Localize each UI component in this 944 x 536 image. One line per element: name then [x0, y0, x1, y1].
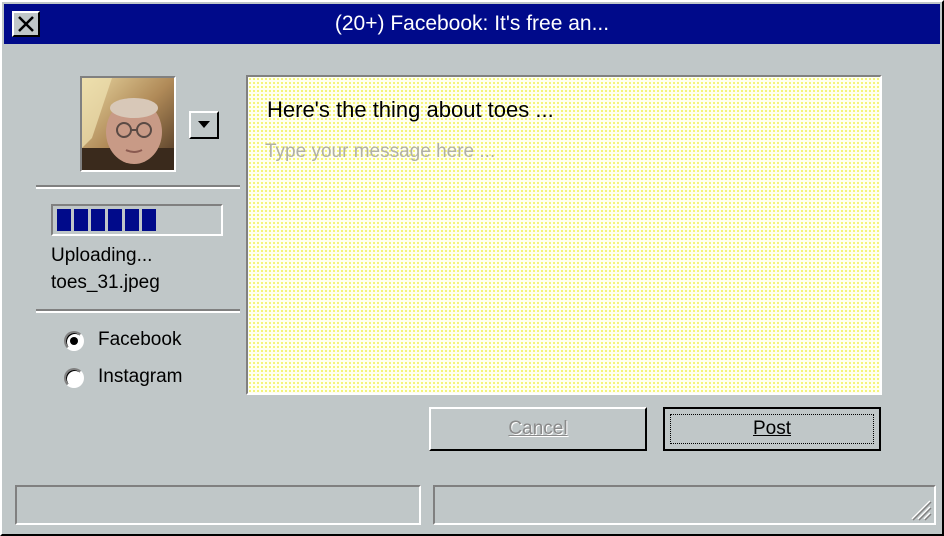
post-button[interactable]: Post [663, 407, 881, 451]
divider [36, 185, 240, 189]
message-compose-area[interactable]: Here's the thing about toes ... [246, 75, 882, 395]
close-icon [18, 16, 34, 32]
progress-segment [91, 209, 105, 231]
avatar[interactable] [80, 76, 176, 172]
progress-segment [74, 209, 88, 231]
status-pane-right [433, 485, 936, 525]
radio-instagram[interactable] [64, 368, 84, 388]
profile-photo [82, 78, 174, 170]
message-input[interactable] [265, 139, 855, 165]
progress-segment [125, 209, 139, 231]
upload-progress-bar [51, 204, 223, 236]
message-title: Here's the thing about toes ... [267, 97, 554, 122]
post-button-label: Post [752, 418, 792, 439]
status-pane-left [15, 485, 421, 525]
title-bar: (20+) Facebook: It's free an... [4, 4, 940, 44]
progress-segment [108, 209, 122, 231]
resize-grip-icon[interactable] [908, 497, 932, 521]
radio-facebook[interactable] [64, 331, 84, 351]
chevron-down-icon [198, 121, 210, 128]
cancel-button[interactable]: Cancel [429, 407, 647, 451]
progress-segment [57, 209, 71, 231]
radio-label-instagram[interactable]: Instagram [98, 366, 182, 388]
divider [36, 309, 240, 313]
dialog-window: (20+) Facebook: It's free an... Uploadin… [0, 0, 944, 536]
progress-segment [142, 209, 156, 231]
radio-selected-dot [70, 337, 78, 345]
window-title: (20+) Facebook: It's free an... [334, 12, 610, 35]
close-button[interactable] [12, 11, 40, 37]
account-dropdown-button[interactable] [189, 111, 219, 139]
radio-label-facebook[interactable]: Facebook [98, 329, 181, 351]
upload-status: Uploading... [51, 245, 153, 266]
upload-filename: toes_31.jpeg [51, 272, 160, 293]
